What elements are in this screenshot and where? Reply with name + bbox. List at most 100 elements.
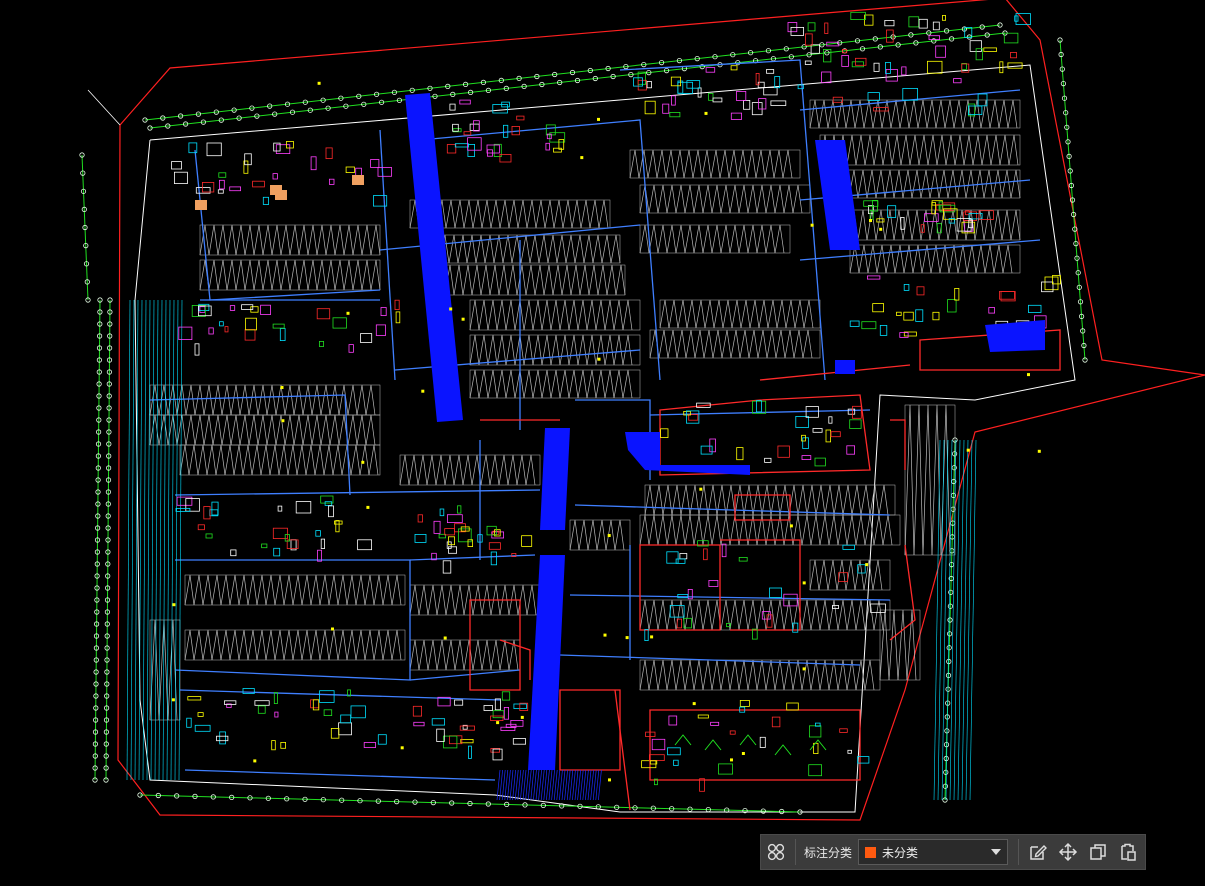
column-marker xyxy=(966,448,970,452)
building-core xyxy=(175,495,373,562)
column-marker xyxy=(449,307,453,311)
shaft-fill xyxy=(540,428,570,530)
column-marker xyxy=(443,636,447,640)
column-marker xyxy=(741,752,745,755)
column-marker xyxy=(1027,373,1030,377)
column-marker xyxy=(869,219,872,222)
category-value: 未分类 xyxy=(882,845,919,860)
parking-stall-row xyxy=(179,444,381,476)
parking-stall-row xyxy=(149,414,381,446)
column-marker xyxy=(810,223,814,227)
ramp-arrow xyxy=(674,734,692,746)
parking-stall-row xyxy=(184,574,406,606)
parking-stall-row xyxy=(444,264,626,296)
wall-outline xyxy=(649,709,861,781)
annotation-toolbar: 标注分类 未分类 xyxy=(760,834,1146,870)
duct-run xyxy=(179,689,501,701)
cad-canvas[interactable] xyxy=(0,0,1205,886)
column-marker xyxy=(789,524,793,528)
hatched-ramp xyxy=(496,769,602,801)
toolbar-divider xyxy=(1018,839,1020,865)
column-marker xyxy=(865,563,869,567)
column-marker xyxy=(625,636,629,640)
column-marker xyxy=(580,156,584,160)
parking-stall-row xyxy=(809,559,891,591)
parking-stall-row xyxy=(199,259,381,291)
column-line xyxy=(162,299,167,781)
grid-axis-top-inner xyxy=(149,32,1006,129)
column-line xyxy=(158,299,163,781)
parking-stall-row xyxy=(639,184,811,214)
column-marker xyxy=(1037,449,1041,453)
wall-outline xyxy=(614,689,631,811)
building-core xyxy=(186,688,387,751)
column-line xyxy=(154,299,159,781)
paste-icon[interactable] xyxy=(1113,837,1143,867)
duct-run xyxy=(184,769,496,781)
column-marker xyxy=(699,487,703,491)
parking-stall-row xyxy=(469,334,641,366)
parking-stall-row xyxy=(184,629,406,661)
parking-stall-row xyxy=(199,224,381,256)
column-marker xyxy=(802,581,806,585)
column-marker xyxy=(802,667,806,671)
parking-stall-row xyxy=(639,224,791,254)
site-boundary-line xyxy=(117,124,1205,821)
column-marker xyxy=(650,635,654,639)
copy-icon[interactable] xyxy=(1083,837,1113,867)
category-label: 标注分类 xyxy=(804,845,853,860)
category-color-swatch xyxy=(865,846,877,858)
chevron-down-icon xyxy=(991,849,1002,855)
shaft-fill xyxy=(405,93,463,422)
column-line xyxy=(130,299,135,781)
floor-plan-drawing xyxy=(79,0,1205,821)
column-marker xyxy=(608,778,611,782)
column-marker xyxy=(171,698,175,702)
building-core xyxy=(414,505,533,574)
duct-run xyxy=(409,669,521,681)
parking-stall-row xyxy=(649,329,821,359)
ramp-arrow xyxy=(704,739,722,751)
parking-stall-row xyxy=(569,519,631,551)
parking-stall-row xyxy=(644,484,896,516)
duct-run xyxy=(574,504,891,516)
stair-fill xyxy=(352,175,364,185)
leader-line xyxy=(87,89,121,126)
parking-stall-row xyxy=(809,99,1021,129)
column-line xyxy=(146,299,151,781)
column-marker xyxy=(607,534,611,537)
column-marker xyxy=(331,627,334,631)
stair-fill xyxy=(270,185,282,195)
column-marker xyxy=(317,81,321,85)
column-marker xyxy=(597,117,600,121)
parking-stall-row xyxy=(659,299,821,329)
column-marker xyxy=(496,721,500,725)
column-marker xyxy=(421,389,425,393)
grid-axis-bottom xyxy=(139,794,801,813)
parking-stall-row xyxy=(469,369,641,399)
column-marker xyxy=(692,702,696,706)
parking-stall-row xyxy=(839,209,1021,241)
wall-outline xyxy=(889,544,916,641)
ramp-arrow xyxy=(774,744,792,756)
column-marker xyxy=(730,758,733,762)
grid-axis-left-inner xyxy=(105,299,111,781)
column-marker xyxy=(281,419,285,423)
edit-icon[interactable] xyxy=(1023,837,1053,867)
category-select[interactable]: 未分类 xyxy=(858,839,1009,865)
column-marker xyxy=(253,759,257,763)
grid-2x2-icon[interactable] xyxy=(761,837,791,867)
parking-stall-row xyxy=(629,149,801,179)
column-line xyxy=(142,299,147,781)
building-core xyxy=(641,700,870,792)
column-marker xyxy=(400,746,404,750)
grid-axis-right-upper xyxy=(1059,39,1086,361)
shaft-fill xyxy=(625,432,750,475)
column-marker xyxy=(879,227,883,231)
column-line xyxy=(126,299,131,781)
move-icon[interactable] xyxy=(1053,837,1083,867)
column-marker xyxy=(461,317,465,321)
column-line xyxy=(150,299,155,781)
parking-stall-row xyxy=(439,234,621,264)
shaft-fill xyxy=(835,360,855,374)
